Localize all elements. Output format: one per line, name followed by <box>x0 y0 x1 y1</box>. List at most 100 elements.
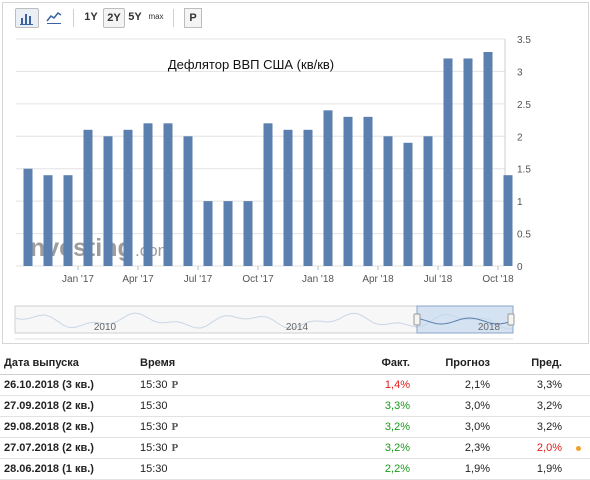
x-tick-label: Apr '17 <box>122 274 154 285</box>
preliminary-marker: P <box>171 379 179 391</box>
bar[interactable] <box>423 136 433 266</box>
previous-value: 3,2% <box>494 395 566 417</box>
revision-dot-icon <box>576 445 581 451</box>
bar[interactable] <box>403 142 413 266</box>
previous-value: 2,0% <box>494 437 566 459</box>
revision-cell <box>566 374 590 396</box>
bar[interactable] <box>443 58 453 267</box>
revision-cell <box>566 395 590 417</box>
bar[interactable] <box>163 123 173 266</box>
actual-value: 3,2% <box>340 437 414 459</box>
bar[interactable] <box>343 116 353 266</box>
watermark-text: Investing <box>23 234 133 262</box>
header-time: Время <box>136 352 340 375</box>
navigator-label: 2014 <box>286 322 309 333</box>
y-tick-label: 3 <box>517 67 523 78</box>
header-actual: Факт. <box>340 352 414 375</box>
bar[interactable] <box>383 136 393 266</box>
navigator-label: 2018 <box>478 322 501 333</box>
chart-title: Дефлятор ВВП США (кв/кв) <box>168 57 334 72</box>
navigator-handle[interactable] <box>413 313 421 326</box>
bar[interactable] <box>43 175 53 266</box>
preliminary-marker: P <box>171 442 179 454</box>
release-date: 28.06.2018 (1 кв.) <box>0 458 136 480</box>
navigator[interactable]: 2010 2014 2018 <box>14 305 515 340</box>
header-previous: Пред. <box>494 352 566 375</box>
forecast-value: 3,0% <box>414 416 494 438</box>
header-date: Дата выпуска <box>0 352 136 375</box>
bar[interactable] <box>103 136 113 266</box>
bar[interactable] <box>123 129 133 266</box>
preliminary-marker: P <box>171 421 179 433</box>
bar[interactable] <box>223 201 233 266</box>
bar[interactable] <box>283 129 293 266</box>
bar[interactable] <box>63 175 73 266</box>
y-tick-label: 1 <box>517 197 523 208</box>
release-time-value: 15:30 <box>140 400 168 412</box>
table-row: 28.06.2018 (1 кв.) 15:30 2,2% 1,9% 1,9% <box>0 458 590 480</box>
previous-value: 3,2% <box>494 416 566 438</box>
revision-cell <box>566 416 590 438</box>
bar[interactable] <box>363 116 373 266</box>
x-tick-label: Oct '17 <box>242 274 274 285</box>
previous-value: 1,9% <box>494 458 566 480</box>
table-row: 27.07.2018 (2 кв.) 15:30 P 3,2% 2,3% 2,0% <box>0 437 590 459</box>
bar[interactable] <box>143 123 153 266</box>
x-tick-label: Oct '18 <box>482 274 514 285</box>
actual-value: 3,2% <box>340 416 414 438</box>
chart-frame: 1Y 2Y 5Y max P Investing .com Jan '17 Apr … <box>2 2 589 344</box>
bar[interactable] <box>203 201 213 266</box>
bar[interactable] <box>183 136 193 266</box>
bar[interactable] <box>243 201 253 266</box>
bar[interactable] <box>303 129 313 266</box>
y-tick-label: 1.5 <box>517 165 531 176</box>
previous-value: 3,3% <box>494 374 566 396</box>
header-spacer <box>566 352 590 375</box>
revision-cell <box>566 458 590 480</box>
y-tick-label: 0 <box>517 262 523 273</box>
releases-table: Дата выпуска Время Факт. Прогноз Пред. 2… <box>0 352 590 480</box>
navigator-handle[interactable] <box>507 313 515 326</box>
forecast-value: 3,0% <box>414 395 494 417</box>
y-tick-label: 2 <box>517 132 523 143</box>
release-date: 27.09.2018 (2 кв.) <box>0 395 136 417</box>
y-tick-label: 0.5 <box>517 230 531 241</box>
bar[interactable] <box>263 123 273 266</box>
x-tick-label: Jan '17 <box>62 274 94 285</box>
release-time-value: 15:30 <box>140 463 168 475</box>
release-time-value: 15:30 <box>140 442 168 454</box>
table-header-row: Дата выпуска Время Факт. Прогноз Пред. <box>0 352 590 375</box>
actual-value: 3,3% <box>340 395 414 417</box>
release-time-value: 15:30 <box>140 379 168 391</box>
x-tick-label: Jan '18 <box>302 274 334 285</box>
forecast-value: 1,9% <box>414 458 494 480</box>
release-date: 26.10.2018 (3 кв.) <box>0 374 136 396</box>
table-row: 27.09.2018 (2 кв.) 15:30 3,3% 3,0% 3,2% <box>0 395 590 417</box>
release-time: 15:30 <box>136 458 340 480</box>
navigator-label: 2010 <box>94 322 117 333</box>
release-time: 15:30 P <box>136 374 340 396</box>
actual-value: 2,2% <box>340 458 414 480</box>
bar[interactable] <box>503 175 513 266</box>
bar[interactable] <box>463 58 473 267</box>
x-tick-label: Jul '17 <box>184 274 213 285</box>
x-tick-label: Jul '18 <box>424 274 453 285</box>
release-time: 15:30 <box>136 395 340 417</box>
release-time: 15:30 P <box>136 437 340 459</box>
release-time: 15:30 P <box>136 416 340 438</box>
release-time-value: 15:30 <box>140 421 168 433</box>
actual-value: 1,4% <box>340 374 414 396</box>
table-row: 29.08.2018 (2 кв.) 15:30 P 3,2% 3,0% 3,2% <box>0 416 590 438</box>
table-row: 26.10.2018 (3 кв.) 15:30 P 1,4% 2,1% 3,3% <box>0 374 590 396</box>
bar[interactable] <box>323 110 333 266</box>
bar[interactable] <box>83 129 93 266</box>
bar[interactable] <box>23 168 33 266</box>
forecast-value: 2,1% <box>414 374 494 396</box>
release-date: 27.07.2018 (2 кв.) <box>0 437 136 459</box>
forecast-value: 2,3% <box>414 437 494 459</box>
chart-svg: Investing .com Jan '17 Apr '17 Jul '17 Oct '… <box>14 35 531 340</box>
x-tick-label: Apr '18 <box>362 274 394 285</box>
release-date: 29.08.2018 (2 кв.) <box>0 416 136 438</box>
revision-cell <box>566 437 590 459</box>
bar[interactable] <box>483 51 493 266</box>
